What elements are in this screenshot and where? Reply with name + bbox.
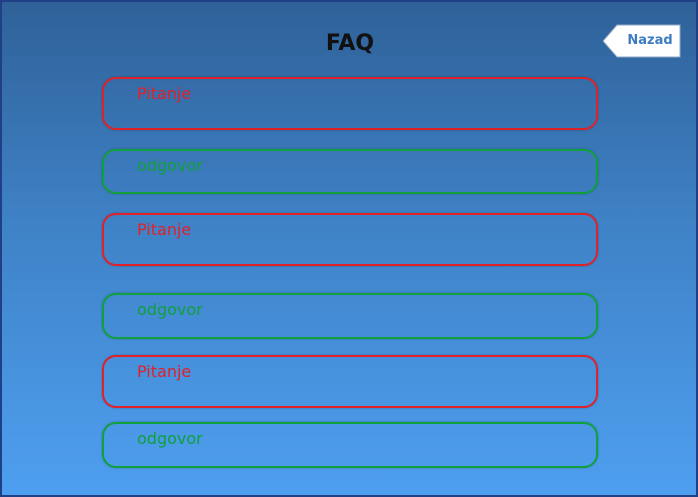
faq-question-text: Pitanje: [137, 362, 192, 381]
faq-answer-3: odgovor: [102, 422, 598, 468]
faq-question-2[interactable]: Pitanje: [102, 213, 598, 266]
faq-question-1[interactable]: Pitanje: [102, 77, 598, 130]
back-button-label: Nazad: [627, 33, 673, 48]
faq-question-3[interactable]: Pitanje: [102, 355, 598, 408]
page-title: FAQ: [325, 31, 375, 56]
faq-question-text: Pitanje: [137, 84, 192, 103]
faq-screen: FAQ Nazad Pitanje odgovor Pitanje odgovo…: [0, 0, 698, 497]
faq-question-text: Pitanje: [137, 220, 192, 239]
faq-answer-text: odgovor: [137, 300, 203, 319]
faq-answer-1: odgovor: [102, 149, 598, 194]
faq-answer-2: odgovor: [102, 293, 598, 339]
faq-answer-text: odgovor: [137, 156, 203, 175]
faq-answer-text: odgovor: [137, 429, 203, 448]
back-button[interactable]: Nazad: [603, 24, 681, 58]
